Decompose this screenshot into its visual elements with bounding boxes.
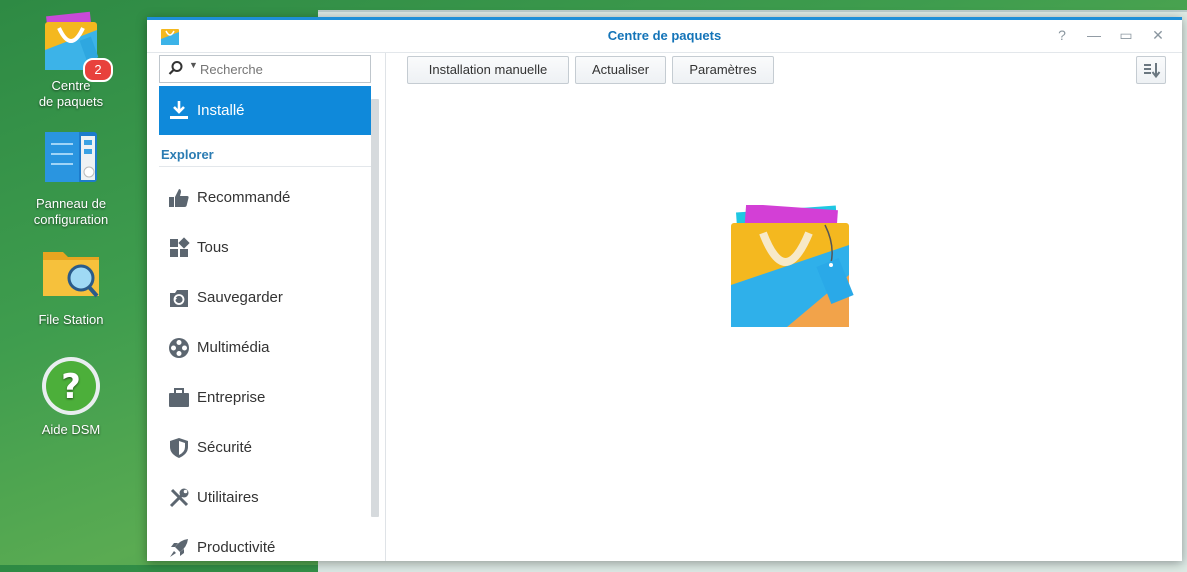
tools-icon: [169, 488, 189, 508]
search-icon: [168, 61, 183, 75]
divider: [159, 166, 371, 167]
desktop-icon-label: Panneau de: [35, 196, 107, 211]
desktop-icon-label: Aide DSM: [41, 422, 101, 437]
close-button[interactable]: ✕: [1147, 24, 1169, 46]
rocket-icon: [170, 539, 188, 557]
chevron-down-icon: ▼: [189, 60, 198, 70]
title-bar[interactable]: Centre de paquets ? — ▭ ✕: [147, 20, 1182, 53]
notification-badge: 2: [83, 58, 113, 82]
desktop-icon-label: de paquets: [38, 94, 104, 109]
sidebar-item-backup[interactable]: Sauvegarder: [159, 277, 371, 317]
settings-button[interactable]: Paramètres: [672, 56, 774, 84]
shield-icon: [170, 438, 188, 458]
maximize-button[interactable]: ▭: [1115, 24, 1137, 46]
sort-icon: [1144, 63, 1161, 79]
briefcase-icon: [169, 388, 189, 407]
refresh-button[interactable]: Actualiser: [575, 56, 666, 84]
svg-text:?: ?: [61, 367, 81, 407]
window-title: Centre de paquets: [607, 28, 722, 43]
sidebar-item-label: Sécurité: [197, 439, 253, 456]
desktop-icon-label: File Station: [38, 312, 104, 327]
sidebar-item-installed[interactable]: Installé: [159, 86, 371, 135]
sidebar-item-label: Productivité: [197, 539, 276, 556]
sidebar-item-label: Installé: [197, 102, 245, 119]
sidebar-item-utilities[interactable]: Utilitaires: [159, 477, 371, 517]
thumbs-up-icon: [169, 189, 189, 207]
minimize-button[interactable]: —: [1083, 24, 1105, 46]
sidebar-item-multimedia[interactable]: Multimédia: [159, 327, 371, 367]
sidebar-scrollbar[interactable]: [371, 99, 379, 517]
desktop-icon-label: configuration: [33, 212, 109, 227]
desktop-icon-label: Centre: [51, 78, 91, 93]
sidebar-item-recommended[interactable]: Recommandé: [159, 177, 371, 217]
sidebar-item-label: Recommandé: [197, 189, 291, 206]
sidebar-item-label: Tous: [197, 239, 229, 256]
download-icon: [170, 101, 188, 119]
help-icon: ?: [39, 354, 103, 418]
sort-button[interactable]: [1136, 56, 1166, 84]
manual-install-button[interactable]: Installation manuelle: [407, 56, 569, 84]
desktop-icon-file-station[interactable]: File Station: [16, 244, 126, 328]
help-button[interactable]: ?: [1051, 24, 1073, 46]
sidebar-item-label: Entreprise: [197, 389, 266, 406]
package-center-icon: 2: [39, 10, 113, 82]
control-panel-icon: [39, 128, 103, 192]
package-center-large-icon: [727, 203, 857, 335]
sidebar-item-label: Sauvegarder: [197, 289, 283, 306]
sidebar-item-security[interactable]: Sécurité: [159, 427, 371, 467]
film-reel-icon: [169, 338, 189, 358]
desktop-icon-package-center[interactable]: 2 Centre de paquets: [16, 10, 126, 110]
sidebar-item-label: Utilitaires: [197, 489, 259, 506]
sidebar-item-all[interactable]: Tous: [159, 227, 371, 267]
backup-icon: [170, 290, 188, 307]
search-field[interactable]: ▼: [159, 55, 371, 83]
search-input[interactable]: [198, 59, 367, 79]
desktop-icon-dsm-help[interactable]: ? Aide DSM: [16, 354, 126, 438]
grid-icon: [170, 237, 190, 257]
sidebar: ▼ Installé Explorer Recommandé: [147, 53, 386, 561]
desktop-icon-control-panel[interactable]: Panneau de configuration: [16, 128, 126, 228]
package-center-window: Centre de paquets ? — ▭ ✕ ▼ Installé Exp…: [147, 17, 1182, 561]
section-heading: Explorer: [161, 147, 214, 162]
sidebar-item-label: Multimédia: [197, 339, 270, 356]
sidebar-item-business[interactable]: Entreprise: [159, 377, 371, 417]
folder-search-icon: [39, 244, 103, 308]
sidebar-item-productivity[interactable]: Productivité: [159, 527, 371, 561]
